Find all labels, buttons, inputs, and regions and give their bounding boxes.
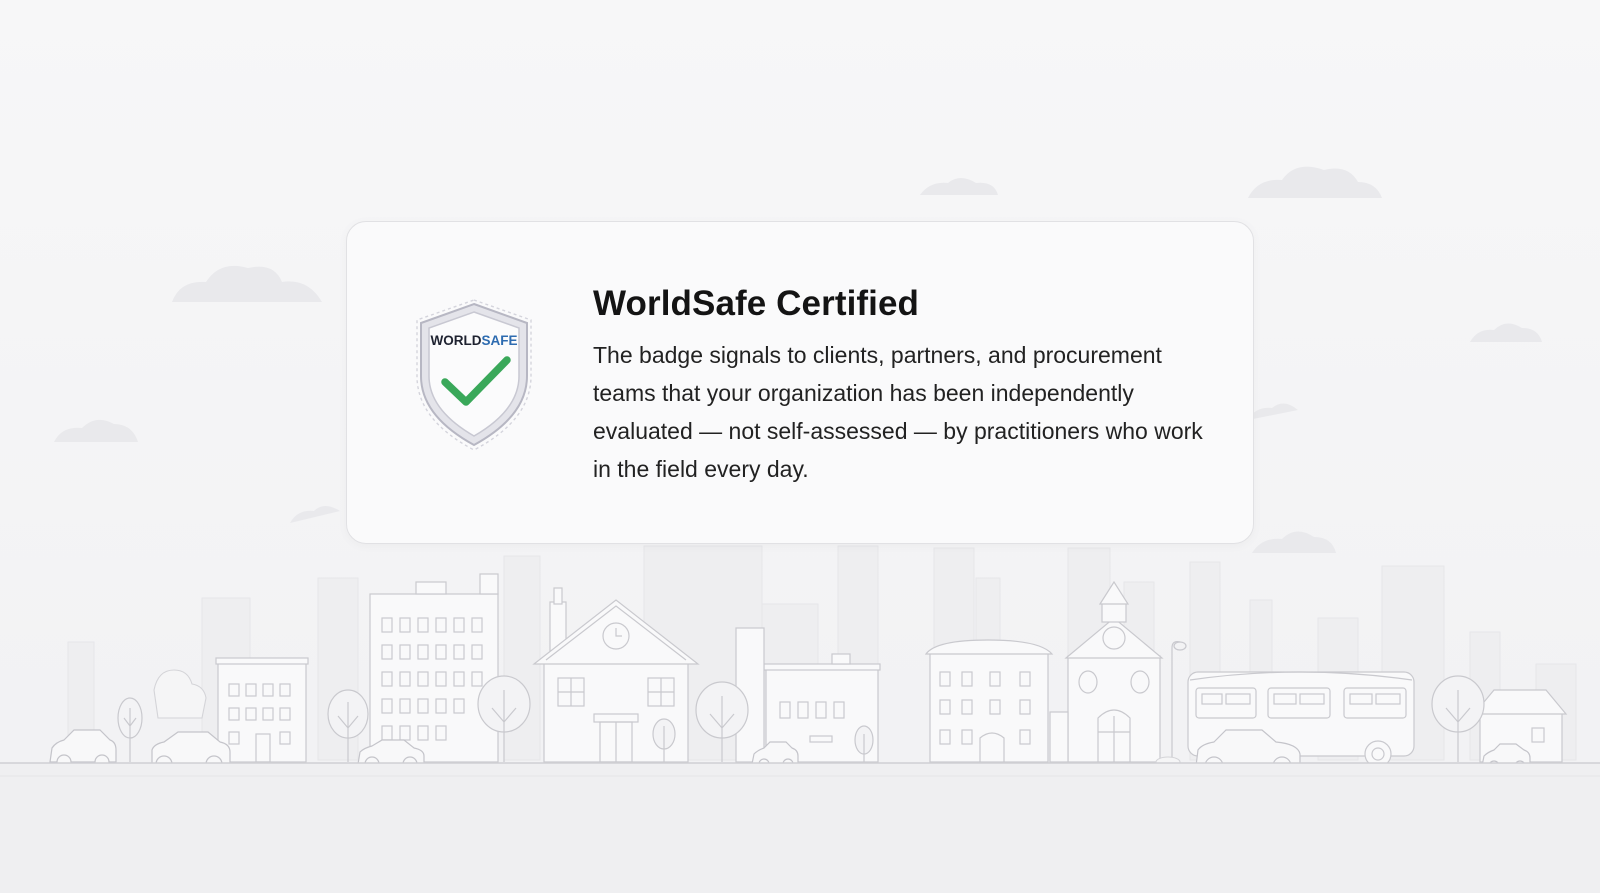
card-title: WorldSafe Certified [593, 284, 920, 323]
svg-text:WORLDSAFE: WORLDSAFE [430, 333, 517, 348]
badge-text-safe: SAFE [481, 333, 517, 348]
card-description: The badge signals to clients, partners, … [593, 342, 1203, 482]
shield-check-icon: WORLDSAFE [416, 299, 532, 451]
certification-card: WORLDSAFE WorldSafe Certified The badge … [346, 221, 1254, 544]
badge-text-world: WORLD [430, 333, 481, 348]
